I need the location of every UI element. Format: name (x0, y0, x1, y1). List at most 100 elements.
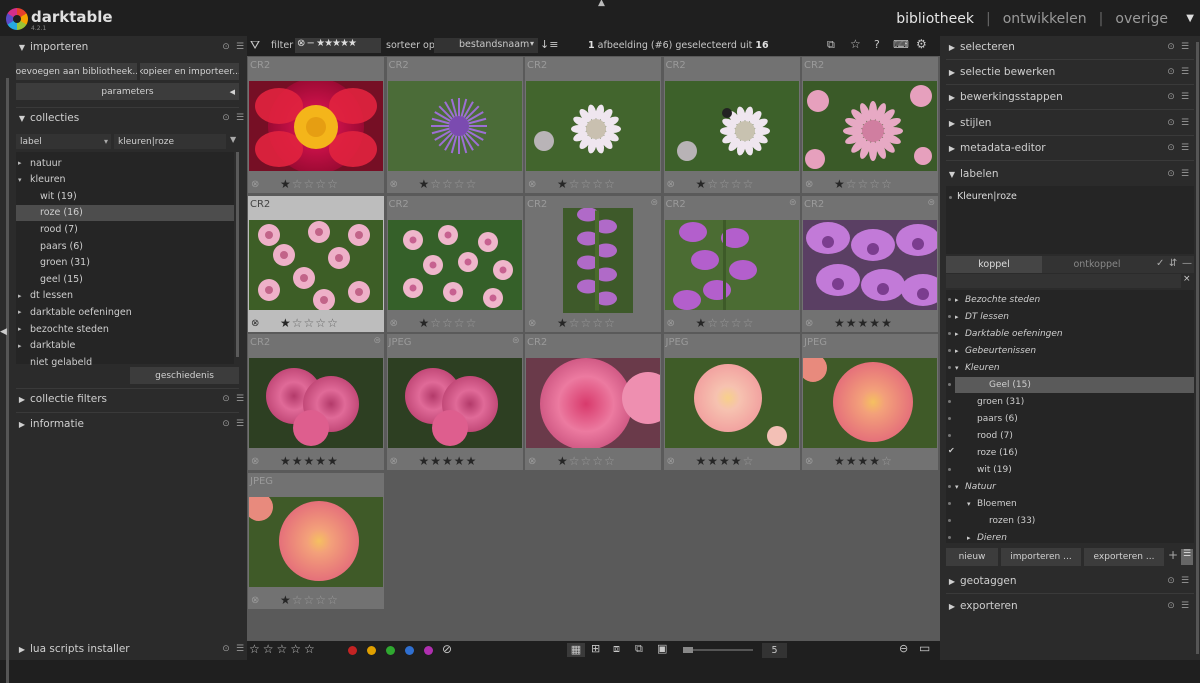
star-rating[interactable]: ★☆☆☆☆ (280, 177, 339, 191)
color-label-red[interactable] (348, 646, 357, 655)
presets-icon[interactable]: ☰ (1178, 169, 1192, 179)
star-icon[interactable]: ★ (419, 177, 431, 191)
star-icon[interactable]: ★ (442, 454, 454, 468)
chevron-down-icon[interactable]: ▼ (230, 135, 236, 144)
presets-icon[interactable]: ☰ (1178, 601, 1192, 611)
thumbnail[interactable]: CR2 ⊗ ★☆☆☆☆ (385, 194, 524, 333)
collapsed-arrow-icon[interactable]: ▸ (18, 325, 30, 333)
color-label-purple[interactable] (424, 646, 433, 655)
color-label-yellow[interactable] (367, 646, 376, 655)
star-icon[interactable]: ☆ (743, 177, 755, 191)
star-icon[interactable]: ★ (834, 454, 846, 468)
collapsed-arrow-icon[interactable]: ▸ (18, 159, 30, 167)
tag-item[interactable]: rood (7) (977, 428, 1013, 444)
module-importeren[interactable]: ▼ importeren ⊙ ☰ (0, 36, 247, 58)
reset-icon[interactable]: ⊙ (1164, 576, 1178, 586)
tag-item[interactable]: ▸ Bezochte steden (955, 292, 1040, 308)
shortcuts-icon[interactable]: ⌨ (893, 38, 909, 51)
star-icon[interactable]: ☆ (604, 177, 616, 191)
reset-icon[interactable]: ⊙ (1164, 143, 1178, 153)
reject-icon[interactable]: ⊗ (390, 456, 398, 467)
reset-icon[interactable]: ⊙ (1164, 42, 1178, 52)
star-icon[interactable]: ☆ (604, 316, 616, 330)
star-icon[interactable]: ★ (696, 454, 708, 468)
new-tag-button[interactable]: nieuw (946, 548, 998, 566)
group-icon[interactable]: ⊜ (373, 336, 381, 346)
view-ontwikkelen[interactable]: ontwikkelen (1003, 11, 1087, 27)
tree-item[interactable]: ▸ natuur (18, 155, 62, 171)
tree-item[interactable]: wit (19) (40, 188, 77, 204)
overlay-star-icon[interactable]: ☆ (850, 37, 861, 51)
star-icon[interactable]: ★ (466, 454, 478, 468)
tree-item[interactable]: ▸ dt lessen (18, 288, 73, 304)
module-selectie-bewerken[interactable]: ▶ selectie bewerken ⊙ ☰ (940, 61, 1200, 83)
star-icon[interactable]: ☆ (569, 316, 581, 330)
star-icon[interactable]: ★ (430, 454, 442, 468)
presets-icon[interactable]: ☰ (233, 419, 247, 429)
star-icon[interactable]: ☆ (569, 454, 581, 468)
reset-icon[interactable]: ⊙ (1164, 67, 1178, 77)
export-tags-button[interactable]: exporteren ... (1084, 548, 1164, 566)
star-rating[interactable]: ★★★★☆ (834, 454, 893, 468)
star-icon[interactable]: ★ (846, 316, 858, 330)
collapsed-arrow-icon[interactable]: ▸ (955, 347, 965, 355)
tree-item-selected[interactable]: roze (16) (16, 204, 234, 221)
star-icon[interactable]: ★ (881, 316, 893, 330)
tag-item[interactable]: ▾ Kleuren (955, 360, 1000, 376)
reject-icon[interactable]: ⊗ (805, 318, 813, 329)
star-icon[interactable]: ★ (858, 454, 870, 468)
tag-item[interactable]: ▸ Dieren (967, 530, 1007, 546)
star-icon[interactable]: ★ (280, 316, 292, 330)
star-rating[interactable]: ★☆☆☆☆ (696, 316, 755, 330)
expanded-arrow-icon[interactable]: ▾ (955, 483, 965, 491)
module-exporteren[interactable]: ▶ exporteren ⊙ ☰ (940, 595, 1200, 617)
star-icon[interactable]: ☆ (581, 177, 593, 191)
star-icon[interactable]: ★ (280, 177, 292, 191)
collapsed-arrow-icon[interactable]: ▸ (18, 292, 30, 300)
tab-koppel[interactable]: koppel (946, 256, 1042, 273)
star-icon[interactable]: ★ (292, 454, 304, 468)
tag-item[interactable]: groen (31) (977, 394, 1024, 410)
star-icon[interactable]: ☆ (719, 316, 731, 330)
tag-item[interactable]: roze (16) (977, 445, 1018, 461)
tree-item[interactable]: rood (7) (40, 221, 78, 237)
presets-icon[interactable]: ☰ (233, 113, 247, 123)
star-icon[interactable]: ☆ (719, 177, 731, 191)
star-icon[interactable]: ☆ (454, 316, 466, 330)
star-icon[interactable]: ☆ (454, 177, 466, 191)
expanded-arrow-icon[interactable]: ▾ (18, 176, 30, 184)
star-icon[interactable]: ☆ (592, 454, 604, 468)
collapsed-arrow-icon[interactable]: ▸ (955, 296, 965, 304)
presets-icon[interactable]: ☰ (1178, 67, 1192, 77)
star-icon[interactable]: ☆ (743, 316, 755, 330)
star-icon[interactable]: ☆ (292, 593, 304, 607)
thumbnail[interactable]: CR2 ⊗ ★☆☆☆☆ (385, 56, 524, 194)
grouping-icon[interactable]: ⧉ (827, 38, 835, 52)
left-panel-scrollbar[interactable] (6, 78, 9, 683)
focus-peaking-icon[interactable]: ⊖ (899, 642, 908, 655)
reject-icon[interactable]: ⊗ (390, 179, 398, 190)
star-icon[interactable]: ☆ (315, 593, 327, 607)
star-icon[interactable]: ☆ (430, 316, 442, 330)
reset-icon[interactable]: ⊙ (1164, 92, 1178, 102)
thumbnail[interactable]: CR2 ⊜ ⊗ ★★★★★ (801, 194, 939, 333)
reset-icon[interactable]: ⊙ (219, 419, 233, 429)
tag-item[interactable]: ▸ Darktable oefeningen (955, 326, 1063, 342)
collapse-dash-icon[interactable]: — (1182, 258, 1192, 269)
star-icon[interactable]: ★ (557, 177, 569, 191)
star-icon[interactable]: ★ (869, 316, 881, 330)
reject-icon[interactable]: ⊗ (528, 456, 536, 467)
thumbnail[interactable]: JPEG ⊗ ★★★★☆ (662, 333, 801, 471)
module-informatie[interactable]: ▶ informatie ⊙ ☰ (0, 413, 247, 435)
star-rating[interactable]: ★★★★☆ (696, 454, 755, 468)
reject-icon[interactable]: ⊗ (667, 179, 675, 190)
reject-icon[interactable]: ⊗ (667, 318, 675, 329)
star-icon[interactable]: ★ (315, 454, 327, 468)
star-icon[interactable]: ☆ (442, 316, 454, 330)
module-labelen[interactable]: ▼ labelen ⊙ ☰ (940, 163, 1200, 185)
reject-icon[interactable]: ⊗ (528, 318, 536, 329)
star-icon[interactable]: ☆ (327, 593, 339, 607)
reject-icon[interactable]: ⊗ (528, 179, 536, 190)
filter-funnel-icon[interactable]: ⛛ (250, 38, 260, 53)
thumbnail[interactable]: CR2 ⊗ ★☆☆☆☆ (247, 56, 385, 194)
